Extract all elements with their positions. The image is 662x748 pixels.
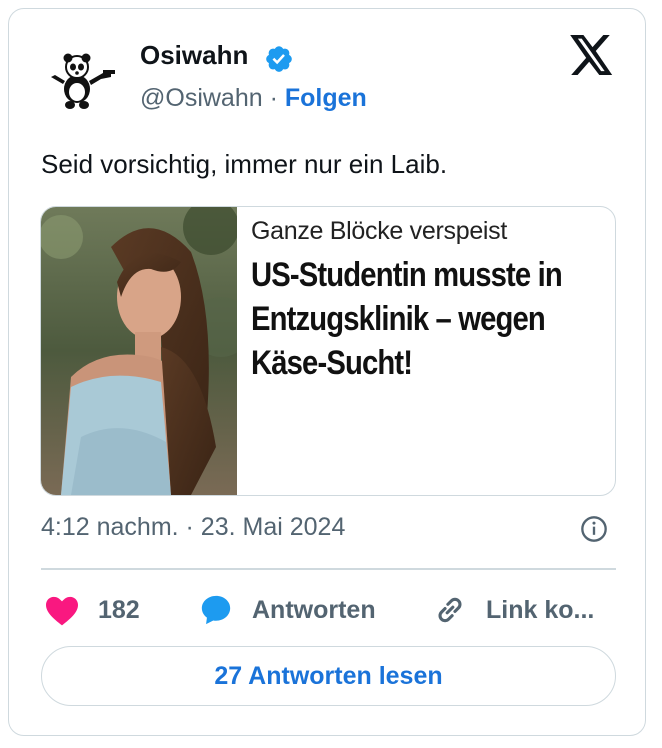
author-name[interactable]: Osiwahn	[140, 40, 248, 71]
verified-badge-icon	[266, 46, 292, 72]
follow-button[interactable]: Folgen	[285, 84, 367, 112]
handle-row: @Osiwahn · Folgen	[140, 84, 367, 113]
link-label: Link ko...	[486, 595, 595, 624]
reply-label: Antworten	[252, 595, 376, 624]
reply-button[interactable]: Antworten	[198, 590, 376, 630]
link-icon	[438, 597, 462, 623]
copy-link-button[interactable]: Link ko...	[432, 590, 594, 630]
heart-icon	[46, 596, 78, 626]
author-handle[interactable]: @Osiwahn	[140, 84, 263, 112]
read-replies-button[interactable]: 27 Antworten lesen	[41, 646, 616, 706]
like-count: 182	[98, 595, 140, 624]
x-logo-icon[interactable]	[570, 35, 614, 75]
tweet-text: Seid vorsichtig, immer nur ein Laib.	[41, 149, 448, 179]
speech-bubble-icon	[201, 595, 231, 625]
timestamp[interactable]: 4:12 nachm. · 23. Mai 2024	[41, 513, 345, 542]
article-photo	[41, 207, 237, 495]
media-card[interactable]: Ganze Blöcke verspeist US-Studentin muss…	[40, 206, 616, 496]
separator: ·	[269, 84, 278, 112]
info-icon[interactable]	[580, 515, 608, 543]
avatar[interactable]	[41, 37, 129, 125]
article-kicker: Ganze Blöcke verspeist	[251, 217, 508, 245]
divider	[41, 568, 616, 570]
like-button[interactable]: 182	[44, 590, 140, 630]
article-headline: US-Studentin musste in Entzugsklinik – w…	[251, 256, 563, 382]
